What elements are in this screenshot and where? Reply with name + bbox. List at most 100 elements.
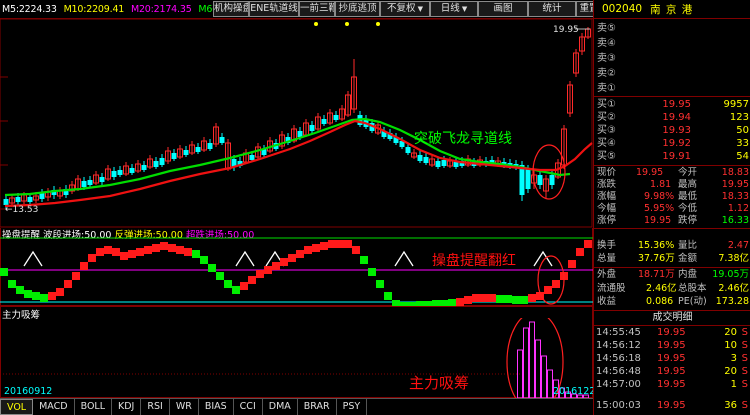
volume-bar	[541, 355, 547, 398]
stat-row: 涨幅 9.98% 最低 18.33	[597, 191, 749, 202]
stock-header: 002040 南 京 港	[594, 0, 750, 19]
indicator-block	[352, 246, 360, 254]
indicator-block	[320, 242, 328, 250]
toolbar-button-jigou[interactable]: 机构操盘	[213, 1, 249, 17]
date-start-label: 20160912	[4, 386, 53, 397]
candle-body-down	[117, 170, 123, 175]
buy-order-row[interactable]: 买② 19.94 123	[594, 111, 750, 124]
tab-rsi[interactable]: RSI	[141, 399, 170, 415]
stat-row: 今幅 5.95% 今低 1.12	[597, 203, 749, 214]
stat-row: 流通股 2.46亿 总股本 2.46亿	[597, 283, 749, 294]
indicator-block	[48, 292, 56, 300]
tab-wr[interactable]: WR	[170, 399, 199, 415]
candle-body-down	[111, 171, 117, 177]
toolbar-dropdown-period[interactable]: 日线	[430, 1, 478, 17]
top-bar: M5:2224.33 M10:2209.41 M20:2174.35 M60:2…	[0, 0, 618, 19]
volume-chart	[0, 318, 589, 398]
indicator-block	[248, 276, 256, 284]
indicator-block	[136, 248, 144, 256]
buy-order-row[interactable]: 买⑤ 19.91 54	[594, 150, 750, 163]
indicator-block	[40, 294, 48, 302]
indicator-block	[160, 242, 168, 250]
main-annotation: 突破飞龙寻道线	[414, 131, 512, 147]
stat-row: 换手 15.36% 量比 2.47	[597, 240, 749, 251]
indicator-block	[336, 240, 344, 248]
tab-cci[interactable]: CCI	[234, 399, 263, 415]
ma20-label: M20:2174.35	[130, 4, 192, 15]
price-high-label: 19.95	[553, 25, 579, 35]
toolbar-button-yiqian[interactable]: 一前三鞭	[299, 1, 335, 17]
buy-order-row[interactable]: 买① 19.95 9957	[594, 98, 750, 111]
sell-order-row[interactable]: 卖②	[594, 67, 750, 80]
volume-bar	[547, 369, 553, 398]
tab-kdj[interactable]: KDJ	[112, 399, 142, 415]
stat-row: 涨跌 1.81 最高 19.95	[597, 179, 749, 190]
tab-macd[interactable]: MACD	[33, 399, 75, 415]
candle-body-down	[435, 161, 441, 167]
tab-bias[interactable]: BIAS	[199, 399, 234, 415]
indicator-block	[448, 299, 456, 306]
ma-legend: M5:2224.33 M10:2209.41 M20:2174.35 M60:2…	[2, 4, 248, 15]
tab-boll[interactable]: BOLL	[75, 399, 113, 415]
indicator-block	[256, 270, 264, 278]
sell-order-row[interactable]: 卖①	[594, 82, 750, 95]
candle-body-down	[171, 153, 177, 159]
toolbar-button-draw[interactable]: 画图	[478, 1, 528, 17]
ma5-label: M5:2224.33	[2, 4, 57, 15]
tab-psy[interactable]: PSY	[337, 399, 368, 415]
indicator-block	[112, 248, 120, 256]
candlestick-chart: 19.95 ←13.53	[0, 19, 593, 228]
toolbar-button-stats[interactable]: 统计	[528, 1, 576, 17]
indicator-block	[504, 295, 512, 303]
sell-order-row[interactable]: 卖⑤	[594, 22, 750, 35]
indicator-block	[512, 296, 520, 304]
indicator-block	[16, 286, 24, 294]
indicator-block	[32, 292, 40, 300]
candle-body-down	[321, 119, 327, 124]
buy-order-row[interactable]: 买③ 19.93 50	[594, 124, 750, 137]
trade-row: 15:00:03 19.95 36 S	[596, 400, 748, 411]
quote-panel: 002040 南 京 港 卖⑤ 卖④ 卖③ 卖② 卖① 买① 19.95 995…	[593, 0, 750, 415]
candle-body-down	[99, 177, 105, 182]
tab-dma[interactable]: DMA	[263, 399, 298, 415]
candle-body-down	[183, 150, 189, 155]
sell-order-row[interactable]: 卖③	[594, 52, 750, 65]
indicator-block	[480, 294, 488, 302]
indicator-block	[80, 262, 88, 270]
volume-bar	[529, 321, 535, 398]
indicator-block	[288, 254, 296, 262]
stock-code: 002040	[602, 3, 643, 15]
trade-row: 14:55:45 19.95 20 S	[596, 327, 748, 338]
indicator-block	[552, 280, 560, 288]
indicator-block	[304, 246, 312, 254]
candle-body-down	[249, 155, 255, 160]
indicator-block	[200, 256, 208, 264]
candle-body-down	[519, 165, 525, 195]
stat-row: 总量 37.76万 金额 7.38亿	[597, 253, 749, 264]
candle-body-down	[537, 175, 543, 185]
indicator-block	[176, 246, 184, 254]
tab-brar[interactable]: BRAR	[298, 399, 337, 415]
candle-body-down	[309, 125, 315, 131]
divider	[594, 325, 750, 326]
indicator-block	[104, 246, 112, 254]
indicator-block	[576, 248, 584, 256]
sell-order-row[interactable]: 卖④	[594, 37, 750, 50]
toolbar-dropdown-fuquan[interactable]: 不复权	[380, 1, 430, 17]
toolbar-button-ene[interactable]: ENE轨道线	[249, 1, 299, 17]
indicator-block	[208, 264, 216, 272]
buy-order-row[interactable]: 买④ 19.92 33	[594, 137, 750, 150]
indicator-block	[184, 248, 192, 256]
indicator-block	[56, 288, 64, 296]
candle-body-down	[423, 157, 429, 163]
indicator-block	[120, 252, 128, 260]
tab-vol[interactable]: VOL	[0, 399, 34, 415]
indicator-block	[360, 256, 368, 264]
toolbar-button-chaodi[interactable]: 抄底逃顶	[335, 1, 380, 17]
trade-row: 14:57:00 19.95 1 S	[596, 379, 748, 390]
stock-name: 南 京 港	[650, 3, 694, 16]
candle-body-down	[453, 162, 459, 167]
divider	[594, 165, 750, 166]
trade-detail-header[interactable]: 成交明细	[594, 311, 750, 325]
indicator-block	[88, 254, 96, 262]
